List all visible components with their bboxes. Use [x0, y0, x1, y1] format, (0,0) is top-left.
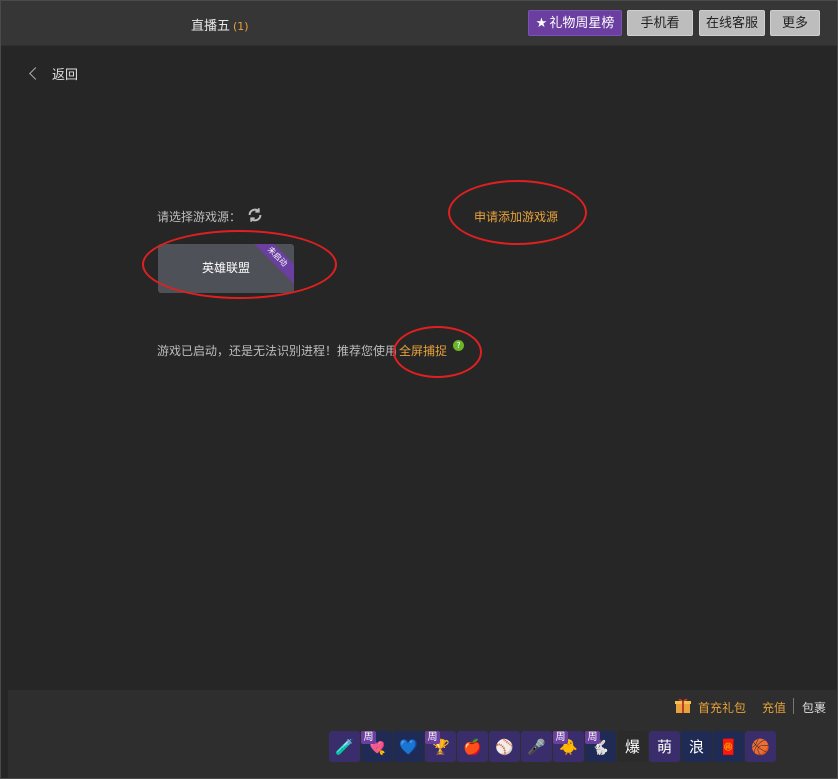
gift-item-rabbit-moon-icon[interactable]: 🐇 周 [585, 731, 616, 762]
baseball-icon: ⚾ [495, 737, 514, 756]
help-icon[interactable]: ? [453, 340, 465, 351]
viewer-count: (1) [233, 20, 249, 33]
gift-item-cute-rabbit-icon[interactable]: 萌 [649, 731, 680, 762]
room-title-text: 直播五 [191, 19, 231, 34]
bomb-text-icon: 爆 [624, 738, 640, 756]
red-envelope-icon: 🧧 [719, 737, 738, 756]
basketball-icon: 🏀 [751, 737, 770, 756]
star-icon: ★ [535, 16, 548, 31]
game-card-name: 英雄联盟 [201, 261, 250, 275]
gift-item-baseball-icon[interactable]: ⚾ [489, 731, 520, 762]
gift-item-microphone-icon[interactable]: 🎤 [521, 731, 552, 762]
potion-icon: 🧪 [335, 737, 354, 756]
app-window: 直播五 (1) ★ 礼物周星榜 手机看 在线客服 更多 返回 请选择游戏源： 申请添… [0, 0, 838, 779]
cute-rabbit-icon: 萌 [656, 738, 672, 756]
gift-item-apple-icon[interactable]: 🍎 [457, 731, 488, 762]
apple-icon: 🍎 [463, 737, 482, 756]
back-label: 返回 [52, 68, 79, 83]
microphone-icon: 🎤 [527, 737, 546, 756]
gift-icon [675, 698, 691, 713]
gift-item-duck-icon[interactable]: 🐥 周 [553, 731, 584, 762]
game-card-league-of-legends[interactable]: 英雄联盟 未启动 [158, 244, 294, 293]
gift-items-bar: 🧪 💘 周 💙 🏆 周 🍎 ⚾ 🎤 🐥 周 🐇 周爆萌浪 🧧 🏀 [329, 731, 776, 762]
more-button[interactable]: 更多 [770, 10, 820, 36]
gift-item-blue-bird-icon[interactable]: 💙 [393, 731, 424, 762]
gift-item-red-envelope-icon[interactable]: 🧧 [713, 731, 744, 762]
status-ribbon: 未启动 [247, 244, 294, 287]
gift-star-label: 礼物周星榜 [549, 16, 615, 31]
wave-text-icon: 浪 [688, 738, 704, 756]
gift-item-heart-arrow-icon[interactable]: 💘 周 [361, 731, 392, 762]
hint-text: 游戏已启动，还是无法识别进程！推荐您使用 [157, 344, 398, 358]
gift-item-potion-icon[interactable]: 🧪 [329, 731, 360, 762]
blue-bird-icon: 💙 [399, 737, 418, 756]
top-bar: 直播五 (1) ★ 礼物周星榜 手机看 在线客服 更多 [1, 1, 837, 46]
week-badge: 周 [553, 731, 568, 744]
gift-item-bomb-text-icon[interactable]: 爆 [617, 731, 648, 762]
first-recharge-gift-link[interactable]: 首充礼包 [698, 699, 746, 716]
fullscreen-capture-link[interactable]: 全屏捕捉 [399, 344, 447, 358]
week-badge: 周 [585, 731, 600, 744]
week-badge: 周 [361, 731, 376, 744]
mobile-watch-button[interactable]: 手机看 [627, 10, 693, 36]
capture-hint: 游戏已启动，还是无法识别进程！推荐您使用 全屏捕捉? [157, 340, 465, 359]
chevron-left-icon [29, 67, 42, 80]
apply-add-game-source-link[interactable]: 申请添加游戏源 [474, 208, 558, 225]
gift-item-trophy-icon[interactable]: 🏆 周 [425, 731, 456, 762]
gift-star-ranking-button[interactable]: ★ 礼物周星榜 [528, 10, 622, 36]
divider [793, 698, 794, 714]
gift-item-basketball-icon[interactable]: 🏀 [745, 731, 776, 762]
online-support-button[interactable]: 在线客服 [699, 10, 765, 36]
back-button[interactable]: 返回 [27, 64, 78, 83]
game-source-label: 请选择游戏源： [157, 210, 242, 224]
week-badge: 周 [425, 731, 440, 744]
room-title: 直播五 (1) [191, 15, 249, 34]
gift-item-wave-text-icon[interactable]: 浪 [681, 731, 712, 762]
package-link[interactable]: 包裹 [802, 699, 826, 716]
refresh-icon[interactable] [246, 206, 264, 224]
recharge-link[interactable]: 充值 [762, 699, 786, 716]
